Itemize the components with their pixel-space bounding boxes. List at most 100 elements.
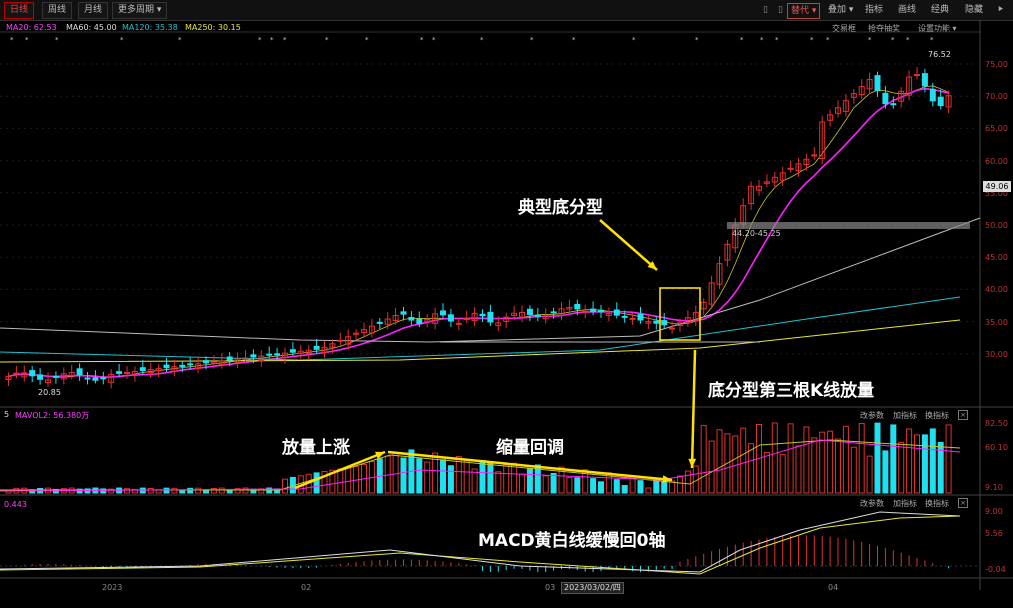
- event-marker-icon: *: [420, 36, 424, 44]
- volume-bar: [613, 479, 620, 494]
- candle-body: [937, 96, 944, 107]
- volume-bar: [495, 471, 502, 494]
- macd-switch-indicator-button[interactable]: 换指标: [925, 498, 949, 509]
- candle-body: [921, 73, 928, 87]
- macd-axis-high: 9.00: [985, 507, 1003, 516]
- bottom-fractal-annotation: 典型底分型: [518, 198, 603, 218]
- fractal-arrow: [599, 219, 658, 271]
- volume-bar: [479, 460, 486, 494]
- volume-bar: [195, 487, 202, 494]
- vol-axis-mid: 60.10: [985, 443, 1008, 452]
- volume-bar: [921, 434, 928, 494]
- third-k-arrow-head: [688, 458, 697, 468]
- volume-bar: [416, 458, 423, 494]
- volume-up-annotation: 放量上涨: [282, 438, 350, 458]
- event-marker-icon: *: [178, 36, 182, 44]
- candle-body: [84, 377, 91, 380]
- event-marker-icon: *: [906, 36, 910, 44]
- third-k-volume-annotation: 底分型第三根K线放量: [708, 381, 875, 401]
- volume-bar: [763, 451, 770, 494]
- volume-bar: [890, 424, 897, 494]
- candle-body: [534, 314, 541, 317]
- candle-body: [526, 308, 533, 315]
- macd-add-indicator-button[interactable]: 加指标: [893, 498, 917, 509]
- mavol-legend: MAVOL2: 56.380万: [15, 411, 90, 420]
- macd-axis-low: -0.04: [985, 565, 1006, 574]
- vol-switch-indicator-button[interactable]: 换指标: [925, 410, 949, 421]
- volume-bar: [684, 470, 691, 494]
- volume-bar: [574, 477, 581, 494]
- macd-close-icon[interactable]: ×: [958, 498, 968, 508]
- shrink-pullback-annotation: 缩量回调: [496, 438, 564, 458]
- event-marker-icon: *: [432, 36, 436, 44]
- gap-label: 44.20-45.25: [732, 229, 781, 238]
- candle-body: [629, 317, 636, 320]
- price-axis-label: 50.00: [985, 221, 1008, 230]
- volume-bar: [590, 478, 597, 494]
- event-marker-icon: *: [760, 36, 764, 44]
- event-marker-icon: *: [283, 36, 287, 44]
- macd-change-params-button[interactable]: 改参数: [860, 498, 884, 509]
- candle-body: [179, 364, 186, 367]
- volume-bar: [771, 422, 778, 494]
- candle-body: [139, 367, 146, 372]
- event-marker-icon: *: [120, 36, 124, 44]
- volume-bar: [882, 450, 889, 494]
- candle-body: [376, 321, 383, 324]
- candle-body: [787, 167, 794, 170]
- volume-bar: [171, 487, 178, 494]
- event-marker-icon: *: [325, 36, 329, 44]
- vol-close-icon[interactable]: ×: [958, 410, 968, 420]
- candle-body: [440, 310, 446, 316]
- event-marker-icon: *: [695, 36, 699, 44]
- candle-body: [890, 103, 897, 106]
- vol-add-indicator-button[interactable]: 加指标: [893, 410, 917, 421]
- candle-body: [669, 327, 676, 330]
- volume-bar: [218, 487, 225, 494]
- vol-axis-low: 9.10: [985, 483, 1003, 492]
- event-marker-icon: *: [810, 36, 814, 44]
- price-axis-label: 75.00: [985, 60, 1008, 69]
- event-marker-icon: *: [258, 36, 262, 44]
- volume-bar: [440, 459, 446, 494]
- volume-bar: [242, 487, 249, 494]
- vol-change-params-button[interactable]: 改参数: [860, 410, 884, 421]
- event-marker-icon: *: [632, 36, 636, 44]
- volume-bar: [842, 425, 849, 494]
- event-marker-icon: *: [826, 36, 830, 44]
- event-marker-icon: *: [740, 36, 744, 44]
- macd-axis-mid: 5.56: [985, 529, 1003, 538]
- volume-bar: [795, 445, 802, 494]
- candlestick-chart: * * * * * * * * * * * * * * * * * * * * * * * * * *: [0, 20, 1013, 590]
- volume-bar: [819, 431, 826, 494]
- volume-bar: [740, 427, 747, 494]
- candle-body: [637, 314, 644, 321]
- candle-body: [29, 370, 36, 377]
- candle-body: [52, 375, 59, 378]
- volume-bar: [661, 481, 668, 494]
- volume-bar: [598, 481, 604, 494]
- x-label-04: 04: [828, 583, 839, 592]
- crosshair-date-tag: 2023/03/02/四: [561, 582, 624, 594]
- candle-body: [124, 371, 130, 374]
- x-label-03: 03: [545, 583, 556, 592]
- volume-bar: [566, 476, 573, 494]
- candle-body: [621, 315, 628, 318]
- price-axis-label: 60.00: [985, 156, 1008, 166]
- volume-bar: [945, 424, 952, 494]
- candle-body: [163, 364, 170, 369]
- vol-axis-high: 82.50: [985, 419, 1008, 428]
- candle-body: [590, 308, 597, 312]
- volume-bar: [803, 426, 810, 494]
- stock-chart-window: { "toolbar": { "tabs": ["日线", "周线", "月线"…: [0, 0, 1013, 608]
- volume-bar: [645, 487, 652, 494]
- event-marker-icon: *: [270, 36, 274, 44]
- event-marker-icon: *: [891, 36, 895, 44]
- volume-bar: [163, 487, 170, 494]
- volume-bar: [621, 484, 628, 494]
- candle-body: [116, 371, 123, 374]
- candle-body: [613, 309, 620, 316]
- candle-body: [37, 374, 44, 380]
- price-axis-label: 45.00: [985, 253, 1008, 263]
- volume-bar: [313, 472, 320, 494]
